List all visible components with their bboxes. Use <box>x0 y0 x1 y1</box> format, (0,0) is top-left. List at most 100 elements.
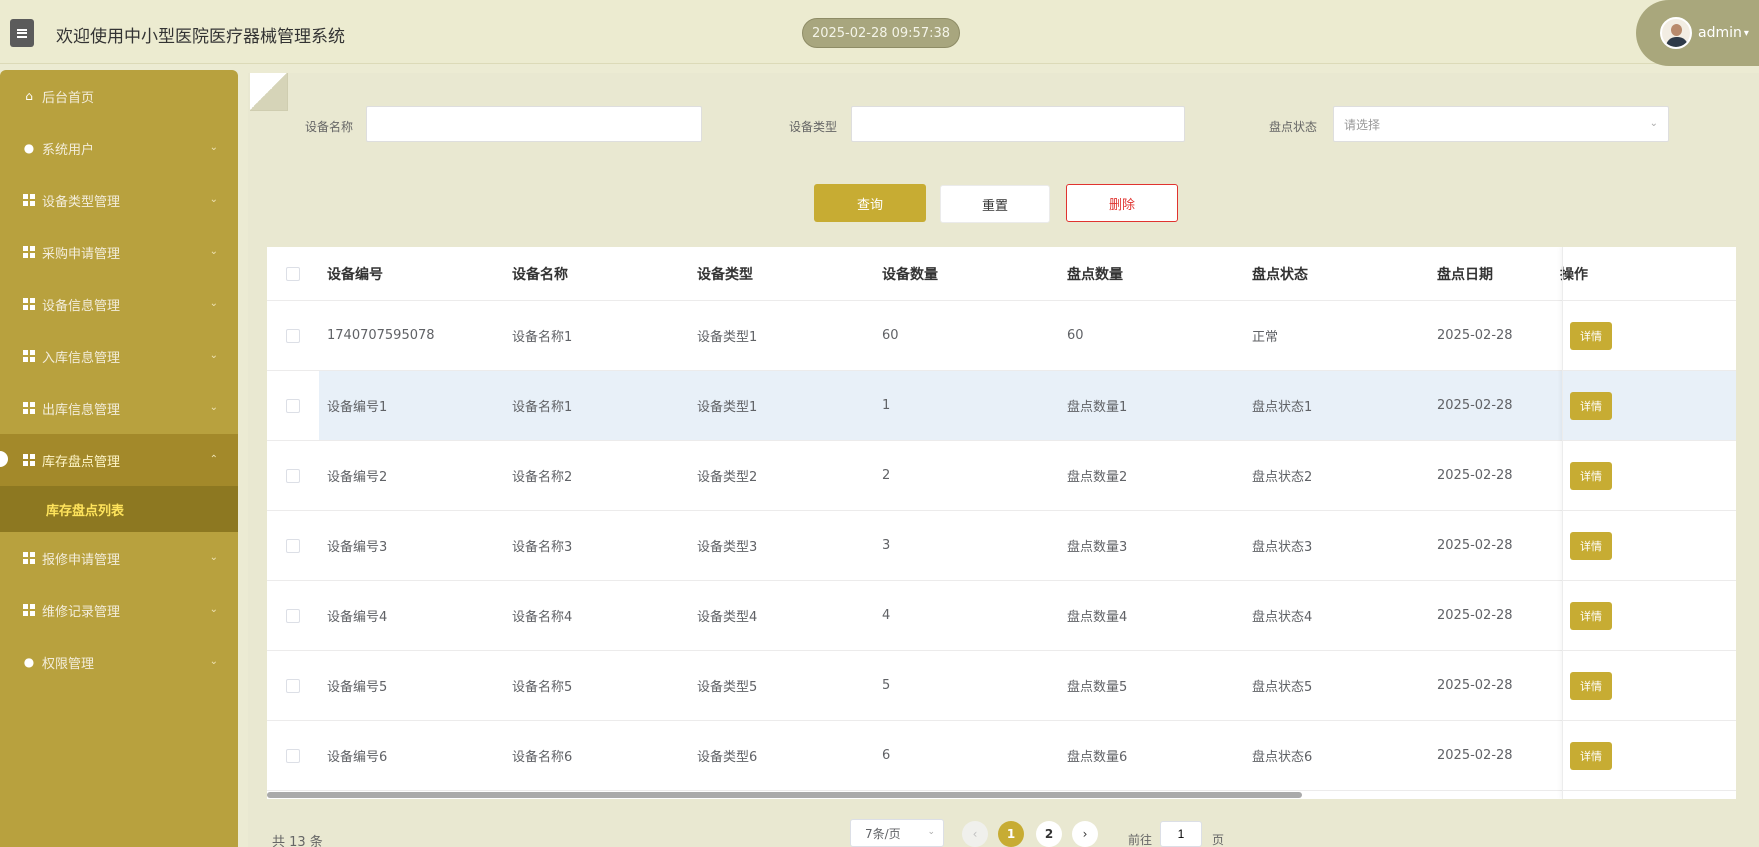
reset-button[interactable]: 重置 <box>940 185 1050 223</box>
device-name-label: 设备名称 <box>305 120 354 134</box>
sidebar-item-purchase[interactable]: 采购申请管理 ⌄ <box>0 226 238 278</box>
column-header[interactable]: 设备类型 <box>697 264 753 284</box>
cell-device-name: 设备名称1 <box>512 400 573 415</box>
sidebar-item-repair-request[interactable]: 报修申请管理 ⌄ <box>0 532 238 584</box>
device-type-input[interactable] <box>851 106 1185 142</box>
cell-device-type: 设备类型1 <box>697 330 758 345</box>
cell-check-qty: 盘点数量5 <box>1067 680 1128 695</box>
cell-device-qty: 60 <box>882 328 899 343</box>
row-checkbox[interactable] <box>267 721 319 790</box>
cell-device-type: 设备类型2 <box>697 470 758 485</box>
detail-button[interactable]: 详情 <box>1570 672 1612 700</box>
row-checkbox[interactable] <box>267 441 319 510</box>
next-page-button[interactable]: › <box>1072 821 1098 847</box>
cell-check-date: 2025-02-28 <box>1437 678 1513 693</box>
detail-button[interactable]: 详情 <box>1570 532 1612 560</box>
cell-device-no: 设备编号4 <box>327 610 388 625</box>
cell-device-name: 设备名称1 <box>512 330 573 345</box>
sidebar-subitem-inventory-list[interactable]: 库存盘点列表 <box>0 486 238 532</box>
row-checkbox[interactable] <box>267 651 319 720</box>
detail-button[interactable]: 详情 <box>1570 602 1612 630</box>
cell-device-qty: 5 <box>882 678 891 693</box>
table-row[interactable]: 设备编号5 设备名称5 设备类型5 5 盘点数量5 盘点状态5 2025-02-… <box>267 651 1736 721</box>
cell-check-date: 2025-02-28 <box>1437 468 1513 483</box>
table-row[interactable]: 1740707595078 设备名称1 设备类型1 60 60 正常 2025-… <box>267 301 1736 371</box>
chevron-down-icon: ⌄ <box>209 402 218 413</box>
row-checkbox[interactable] <box>267 511 319 580</box>
column-header[interactable]: 设备编号 <box>327 264 383 284</box>
sidebar-item-label: 后台首页 <box>42 90 95 106</box>
chevron-down-icon: ⌄ <box>209 656 218 667</box>
cell-check-status: 盘点状态3 <box>1252 540 1313 555</box>
user-menu[interactable]: admin ▾ <box>1636 0 1759 66</box>
app-title: 欢迎使用中小型医院医疗器械管理系统 <box>56 27 345 47</box>
cell-check-status: 盘点状态1 <box>1252 400 1313 415</box>
cell-check-status: 盘点状态5 <box>1252 680 1313 695</box>
column-header[interactable]: 设备数量 <box>882 264 938 284</box>
chevron-down-icon: ⌄ <box>209 194 218 205</box>
detail-button[interactable]: 详情 <box>1570 462 1612 490</box>
sidebar-item-outbound[interactable]: 出库信息管理 ⌄ <box>0 382 238 434</box>
grid-icon <box>22 349 36 363</box>
row-checkbox[interactable] <box>267 301 319 370</box>
avatar <box>1660 17 1692 49</box>
cell-device-name: 设备名称4 <box>512 610 573 625</box>
prev-page-button[interactable]: ‹ <box>962 821 988 847</box>
delete-button[interactable]: 删除 <box>1066 184 1178 222</box>
sidebar-item-label: 库存盘点管理 <box>42 454 121 470</box>
select-all-checkbox[interactable] <box>267 247 319 300</box>
detail-button[interactable]: 详情 <box>1570 742 1612 770</box>
cell-device-qty: 2 <box>882 468 891 483</box>
table-row[interactable]: 设备编号3 设备名称3 设备类型3 3 盘点数量3 盘点状态3 2025-02-… <box>267 511 1736 581</box>
cell-check-status: 正常 <box>1252 330 1279 345</box>
column-header[interactable]: 盘点数量 <box>1067 264 1123 284</box>
cell-check-date: 2025-02-28 <box>1437 748 1513 763</box>
cell-device-type: 设备类型1 <box>697 400 758 415</box>
menu-toggle-icon[interactable] <box>10 19 34 47</box>
table-row[interactable]: 设备编号6 设备名称6 设备类型6 6 盘点数量6 盘点状态6 2025-02-… <box>267 721 1736 791</box>
row-checkbox[interactable] <box>267 581 319 650</box>
row-checkbox[interactable] <box>267 371 319 440</box>
cell-check-status: 盘点状态2 <box>1252 470 1313 485</box>
check-status-select[interactable]: 请选择 ⌄ <box>1333 106 1669 142</box>
table-row[interactable]: 设备编号4 设备名称4 设备类型4 4 盘点数量4 盘点状态4 2025-02-… <box>267 581 1736 651</box>
sidebar-item-permissions[interactable]: ● 权限管理 ⌄ <box>0 636 238 688</box>
column-header[interactable]: 盘点日期 <box>1437 264 1493 284</box>
sidebar-item-repair-records[interactable]: 维修记录管理 ⌄ <box>0 584 238 636</box>
sidebar-item-home[interactable]: ⌂ 后台首页 <box>0 70 238 122</box>
sidebar-item-inbound[interactable]: 入库信息管理 ⌄ <box>0 330 238 382</box>
query-button[interactable]: 查询 <box>814 184 926 222</box>
device-name-input[interactable] <box>366 106 702 142</box>
table-row[interactable]: 设备编号1 设备名称1 设备类型1 1 盘点数量1 盘点状态1 2025-02-… <box>267 371 1736 441</box>
column-header[interactable]: 设备名称 <box>512 264 568 284</box>
detail-button[interactable]: 详情 <box>1570 322 1612 350</box>
chevron-down-icon: ⌄ <box>209 142 218 153</box>
page-size-select[interactable]: 7条/页 ⌄ <box>850 819 944 847</box>
sidebar-item-system-users[interactable]: ● 系统用户 ⌄ <box>0 122 238 174</box>
cell-device-name: 设备名称3 <box>512 540 573 555</box>
page-size-value: 7条/页 <box>865 826 901 841</box>
page-2-button[interactable]: 2 <box>1036 821 1062 847</box>
table-horizontal-scrollbar[interactable] <box>267 792 1302 798</box>
detail-button[interactable]: 详情 <box>1570 392 1612 420</box>
goto-page-input[interactable] <box>1160 821 1202 847</box>
sidebar-item-label: 采购申请管理 <box>42 246 121 262</box>
chevron-left-icon: ‹ <box>972 827 978 841</box>
sidebar-item-inventory[interactable]: 库存盘点管理 ⌃ <box>0 434 238 486</box>
sidebar-item-device-type[interactable]: 设备类型管理 ⌄ <box>0 174 238 226</box>
sidebar: ⌂ 后台首页 ● 系统用户 ⌄ 设备类型管理 ⌄ 采购申请管理 ⌄ 设备信息管理… <box>0 70 238 847</box>
chevron-down-icon: ▾ <box>1743 27 1749 39</box>
column-header[interactable]: 盘点状态 <box>1252 264 1308 284</box>
cell-check-status: 盘点状态4 <box>1252 610 1313 625</box>
grid-icon <box>22 603 36 617</box>
table-row[interactable]: 设备编号2 设备名称2 设备类型2 2 盘点数量2 盘点状态2 2025-02-… <box>267 441 1736 511</box>
cell-device-type: 设备类型5 <box>697 680 758 695</box>
cell-device-type: 设备类型3 <box>697 540 758 555</box>
goto-label: 前往 <box>1128 833 1153 847</box>
grid-icon <box>22 297 36 311</box>
page-1-button[interactable]: 1 <box>998 821 1024 847</box>
chevron-down-icon: ⌄ <box>209 298 218 309</box>
sidebar-item-device-info[interactable]: 设备信息管理 ⌄ <box>0 278 238 330</box>
cell-device-no: 设备编号1 <box>327 400 388 415</box>
page-corner-decoration <box>250 73 288 111</box>
